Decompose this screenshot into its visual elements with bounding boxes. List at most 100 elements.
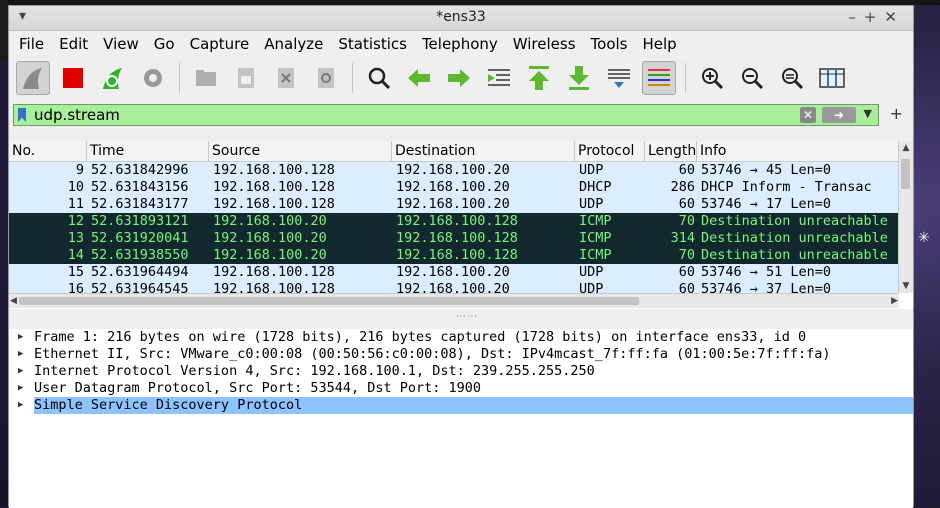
- go-forward-button[interactable]: [442, 61, 476, 95]
- menu-go[interactable]: Go: [154, 35, 175, 53]
- packet-list-vertical-scrollbar[interactable]: ▲ ▼: [898, 141, 913, 293]
- colorize-button[interactable]: [642, 61, 676, 95]
- last-packet-button[interactable]: [562, 61, 596, 95]
- filter-history-dropdown-icon[interactable]: ▼: [864, 107, 872, 120]
- display-filter-input[interactable]: udp.stream ✕ ➜ ▼: [13, 104, 879, 126]
- open-file-button[interactable]: [189, 61, 223, 95]
- title-bar[interactable]: ▾ *ens33 –+✕: [9, 6, 913, 31]
- table-row[interactable]: 15 52.631964494 192.168.100.128 192.168.100…: [9, 264, 899, 281]
- menu-capture[interactable]: Capture: [190, 35, 250, 53]
- column-header-info[interactable]: Info: [697, 141, 899, 161]
- packet-protocol: UDP: [579, 264, 604, 280]
- arrow-right-icon: [448, 69, 470, 87]
- capture-options-button[interactable]: [136, 61, 170, 95]
- minimize-button[interactable]: –: [848, 8, 864, 26]
- column-header-destination[interactable]: Destination: [392, 141, 575, 161]
- detail-tree-item[interactable]: ▶ Internet Protocol Version 4, Src: 192.1…: [9, 363, 913, 380]
- packet-info: Destination unreachable: [701, 213, 888, 229]
- packet-info: 53746 → 37 Len=0: [701, 281, 832, 293]
- column-header-protocol[interactable]: Protocol: [575, 141, 645, 161]
- packet-protocol: UDP: [579, 162, 604, 178]
- toolbar-separator: [352, 63, 353, 93]
- scroll-left-icon[interactable]: ◀: [10, 294, 17, 308]
- packet-protocol: ICMP: [579, 247, 612, 263]
- expand-arrow-icon[interactable]: ▶: [18, 329, 23, 346]
- zoom-reset-button[interactable]: [775, 61, 809, 95]
- menu-telephony[interactable]: Telephony: [422, 35, 498, 53]
- splitter-grip-icon[interactable]: ⋯⋯: [456, 311, 478, 322]
- packet-destination: 192.168.100.20: [396, 179, 510, 195]
- detail-tree-item[interactable]: ▶ Simple Service Discovery Protocol: [18, 397, 913, 414]
- column-header-no[interactable]: No.: [9, 141, 87, 161]
- menu-help[interactable]: Help: [642, 35, 676, 53]
- arrow-down-bottom-icon: [569, 66, 589, 90]
- close-file-button[interactable]: [269, 61, 303, 95]
- table-row[interactable]: 12 52.631893121 192.168.100.20 192.168.100.…: [9, 213, 899, 230]
- packet-source: 192.168.100.128: [213, 196, 335, 212]
- packet-source: 192.168.100.20: [213, 213, 327, 229]
- packet-destination: 192.168.100.128: [396, 213, 518, 229]
- packet-destination: 192.168.100.20: [396, 162, 510, 178]
- table-row[interactable]: 10 52.631843156 192.168.100.128 192.168.100…: [9, 179, 899, 196]
- packet-number: 11: [67, 196, 84, 212]
- toolbar-separator: [179, 63, 180, 93]
- detail-tree-item[interactable]: ▶ Frame 1: 216 bytes on wire (1728 bits),…: [9, 329, 913, 346]
- packet-length: 60: [678, 162, 695, 178]
- expand-arrow-icon[interactable]: ▶: [18, 346, 23, 363]
- apply-filter-arrow-icon[interactable]: ➜: [822, 107, 856, 123]
- reload-file-button[interactable]: [309, 61, 343, 95]
- menu-view[interactable]: View: [103, 35, 139, 53]
- detail-tree-item[interactable]: ▶ User Datagram Protocol, Src Port: 53544…: [9, 380, 913, 397]
- resize-columns-button[interactable]: [815, 61, 849, 95]
- table-row[interactable]: 9 52.631842996 192.168.100.128 192.168.100.…: [9, 162, 899, 179]
- menu-wireless[interactable]: Wireless: [513, 35, 576, 53]
- menu-edit[interactable]: Edit: [59, 35, 88, 53]
- start-capture-button[interactable]: [16, 61, 50, 95]
- menu-tools[interactable]: Tools: [591, 35, 628, 53]
- autoscroll-button[interactable]: [602, 61, 636, 95]
- scroll-right-icon[interactable]: ▶: [891, 294, 898, 308]
- save-file-button[interactable]: [229, 61, 263, 95]
- packet-list-horizontal-scrollbar[interactable]: ◀ ▶: [9, 293, 899, 308]
- menu-file[interactable]: File: [19, 35, 44, 53]
- scroll-thumb[interactable]: [19, 297, 639, 305]
- menu-analyze[interactable]: Analyze: [264, 35, 323, 53]
- table-row[interactable]: 16 52.631964545 192.168.100.128 192.168.100…: [9, 281, 899, 293]
- zoom-in-button[interactable]: [695, 61, 729, 95]
- zoom-out-button[interactable]: [735, 61, 769, 95]
- packet-time: 52.631964494: [91, 264, 189, 280]
- maximize-button[interactable]: +: [864, 8, 885, 26]
- packet-length: 314: [670, 230, 695, 246]
- expand-arrow-icon[interactable]: ▶: [18, 397, 23, 414]
- go-back-button[interactable]: [402, 61, 436, 95]
- zoom-reset-icon: [782, 68, 804, 90]
- find-packet-button[interactable]: [362, 61, 396, 95]
- window-controls: –+✕: [848, 8, 905, 26]
- expand-arrow-icon[interactable]: ▶: [18, 363, 23, 380]
- table-row[interactable]: 14 52.631938550 192.168.100.20 192.168.100.…: [9, 247, 899, 264]
- detail-tree-item[interactable]: ▶ Ethernet II, Src: VMware_c0:00:08 (00:5…: [9, 346, 913, 363]
- close-button[interactable]: ✕: [884, 8, 905, 26]
- table-row[interactable]: 11 52.631843177 192.168.100.128 192.168.100…: [9, 196, 899, 213]
- column-header-source[interactable]: Source: [209, 141, 392, 161]
- filter-text[interactable]: udp.stream: [34, 106, 120, 124]
- column-header-time[interactable]: Time: [87, 141, 209, 161]
- scroll-up-icon[interactable]: ▲: [899, 143, 913, 153]
- menu-statistics[interactable]: Statistics: [338, 35, 407, 53]
- packet-list-body: 9 52.631842996 192.168.100.128 192.168.100.…: [9, 162, 899, 293]
- colorize-lines-icon: [648, 69, 670, 86]
- clear-filter-icon[interactable]: ✕: [800, 107, 816, 123]
- table-row[interactable]: 13 52.631920041 192.168.100.20 192.168.100.…: [9, 230, 899, 247]
- expand-arrow-icon[interactable]: ▶: [18, 380, 23, 397]
- add-filter-button-icon[interactable]: +: [890, 104, 903, 123]
- first-packet-button[interactable]: [522, 61, 556, 95]
- go-to-packet-button[interactable]: [482, 61, 516, 95]
- stop-capture-button[interactable]: [56, 61, 90, 95]
- packet-time: 52.631843177: [91, 196, 189, 212]
- scroll-down-icon[interactable]: ▼: [899, 281, 913, 291]
- pane-splitter[interactable]: ⋯⋯: [9, 309, 913, 329]
- restart-capture-button[interactable]: [96, 61, 130, 95]
- column-header-length[interactable]: Length: [645, 141, 697, 161]
- filter-bookmark-icon[interactable]: [18, 108, 26, 122]
- scroll-thumb[interactable]: [901, 159, 910, 189]
